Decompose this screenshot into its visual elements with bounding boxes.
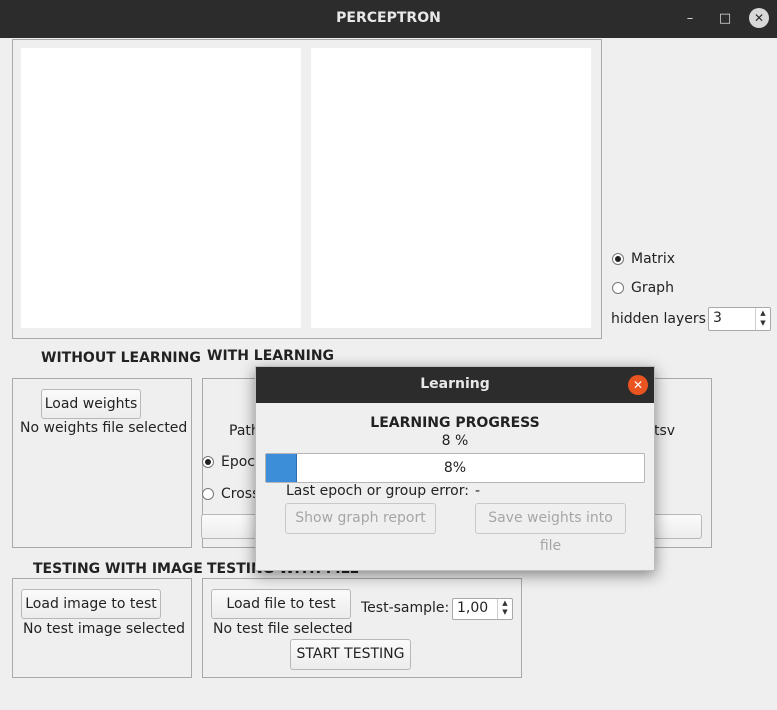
image-status: No test image selected (23, 621, 185, 637)
output-canvas (311, 48, 591, 328)
test-sample-label: Test-sample: (361, 600, 450, 616)
input-canvas[interactable] (21, 48, 301, 328)
start-learning-button-left[interactable] (201, 514, 261, 539)
test-sample-value: 1,00 (457, 600, 489, 616)
weights-status: No weights file selected (20, 420, 188, 436)
file-ext-label: tsv (654, 423, 676, 439)
start-testing-button[interactable]: START TESTING (290, 639, 411, 670)
radio-matrix[interactable] (612, 253, 624, 265)
progress-label: 8% (443, 460, 467, 476)
learning-dialog: Learning ✕ LEARNING PROGRESS 8 % 8% Last… (255, 366, 655, 571)
radio-epochs[interactable] (202, 456, 214, 468)
radio-matrix-label: Matrix (631, 251, 676, 267)
test-sample-spinbox[interactable]: 1,00 ▲ ▼ (452, 598, 513, 620)
radio-cross-label: Cross (221, 486, 260, 502)
dialog-title-bar: Learning ✕ (256, 367, 654, 403)
with-learning-heading: WITH LEARNING (207, 348, 335, 364)
display-frame (12, 39, 602, 339)
load-file-button[interactable]: Load file to test (211, 589, 351, 619)
spin-arrows-icon[interactable]: ▲ ▼ (755, 308, 770, 330)
radio-graph-label: Graph (631, 280, 674, 296)
dialog-title: Learning (420, 376, 490, 392)
spin-arrows-icon[interactable]: ▲ ▼ (497, 599, 512, 619)
close-icon[interactable]: ✕ (628, 375, 648, 395)
without-learning-heading: WITHOUT LEARNING (41, 350, 201, 366)
hidden-layers-label: hidden layers (611, 311, 706, 327)
error-value: - (475, 483, 481, 499)
title-bar: PERCEPTRON – □ ✕ (0, 0, 777, 38)
minimize-icon[interactable]: – (680, 9, 700, 29)
file-status: No test file selected (213, 621, 353, 637)
learning-progress-bar: 8% (265, 453, 645, 483)
close-icon[interactable]: ✕ (749, 8, 769, 28)
start-learning-button-right[interactable] (648, 514, 702, 539)
maximize-icon[interactable]: □ (715, 9, 735, 29)
radio-cross-validation[interactable] (202, 488, 214, 500)
load-weights-button[interactable]: Load weights (41, 389, 141, 419)
radio-epochs-label: Epoc (221, 454, 255, 470)
show-graph-report-button[interactable]: Show graph report (285, 503, 436, 534)
error-label: Last epoch or group error: (286, 483, 469, 499)
hidden-layers-value: 3 (713, 310, 722, 326)
testing-image-heading: TESTING WITH IMAGE (33, 561, 203, 577)
save-weights-button[interactable]: Save weights into file (475, 503, 626, 554)
window-title: PERCEPTRON (336, 10, 441, 26)
load-image-button[interactable]: Load image to test (21, 589, 161, 619)
progress-percent-text: 8 % (441, 433, 469, 449)
hidden-layers-spinbox[interactable]: 3 ▲ ▼ (708, 307, 771, 331)
learning-progress-heading: LEARNING PROGRESS (370, 415, 540, 431)
radio-graph[interactable] (612, 282, 624, 294)
